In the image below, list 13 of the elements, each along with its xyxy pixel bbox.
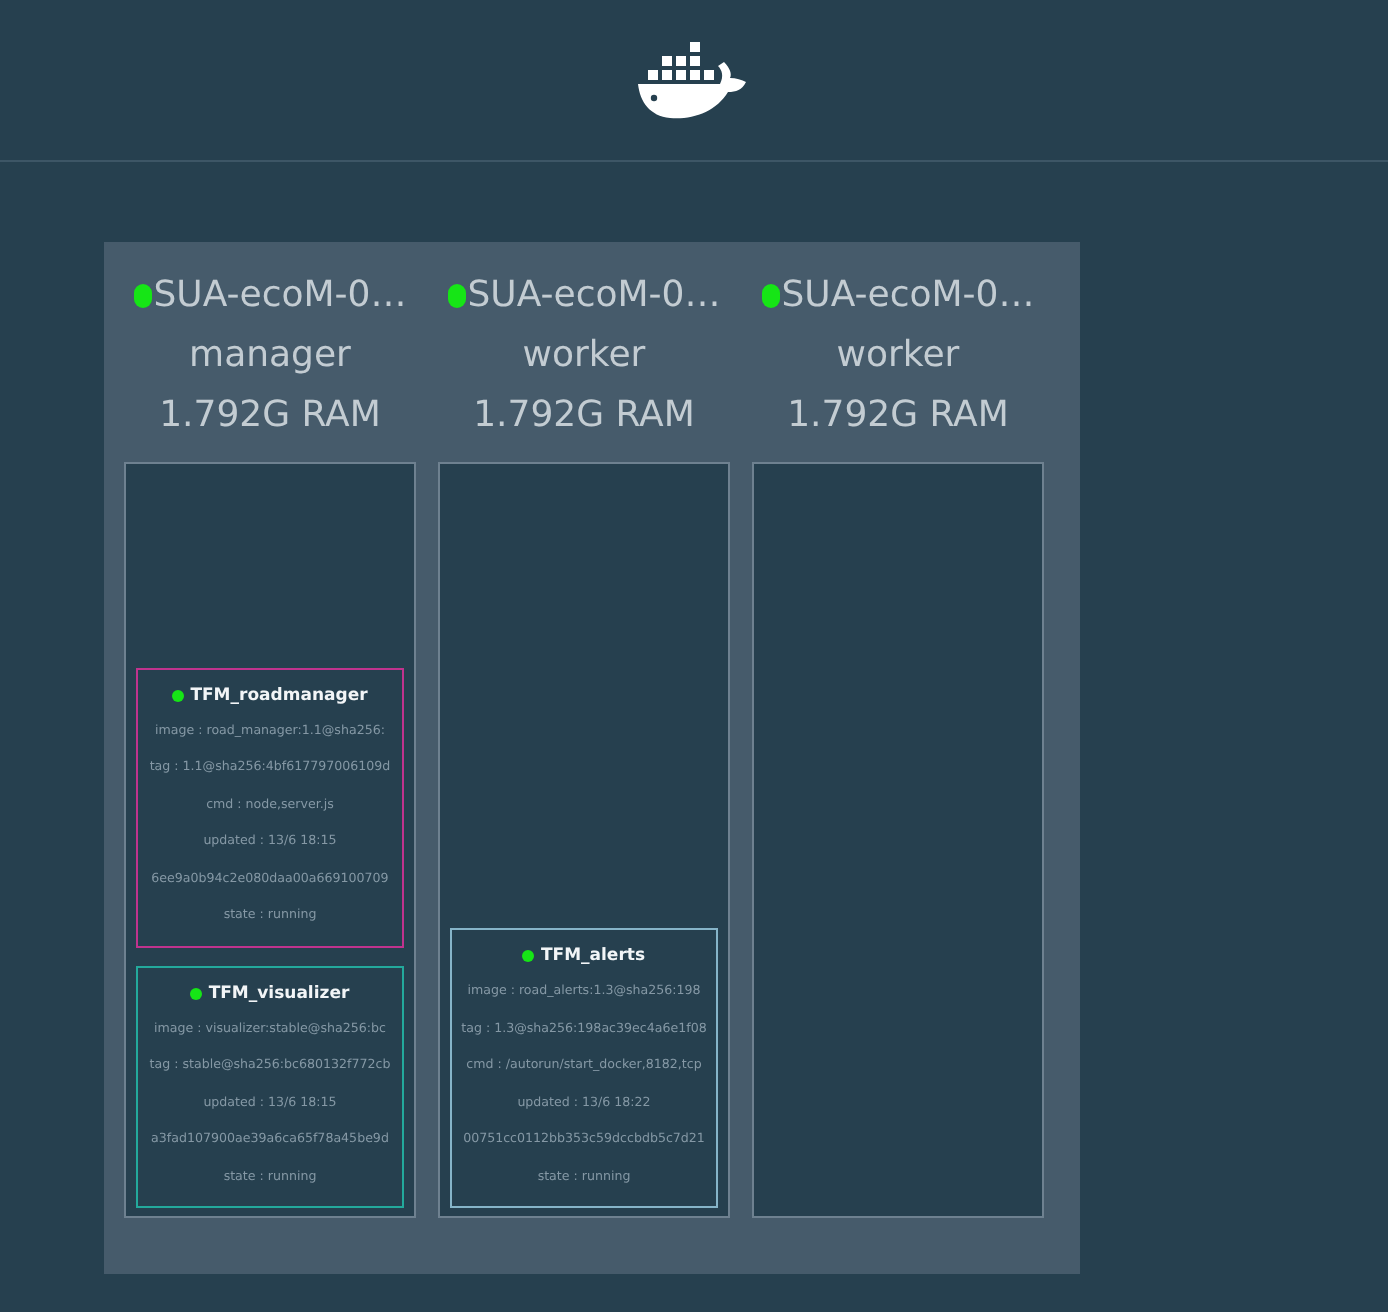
node-ram: 1.792G RAM xyxy=(159,392,381,440)
node-hostname: SUA-ecoM-0… xyxy=(153,272,407,320)
node-ram: 1.792G RAM xyxy=(787,392,1009,440)
service-name: TFM_visualizer xyxy=(208,983,350,1003)
node-role: worker xyxy=(522,332,646,380)
service-name: TFM_alerts xyxy=(540,946,646,966)
whale-logo-icon xyxy=(636,40,752,120)
node-ram: 1.792G RAM xyxy=(473,392,695,440)
service-name: TFM_roadmanager xyxy=(190,685,368,705)
node-hostname: SUA-ecoM-0… xyxy=(781,272,1035,320)
node-hostname: SUA-ecoM-0… xyxy=(467,272,721,320)
node-role: manager xyxy=(189,332,351,380)
node-role: worker xyxy=(836,332,960,380)
